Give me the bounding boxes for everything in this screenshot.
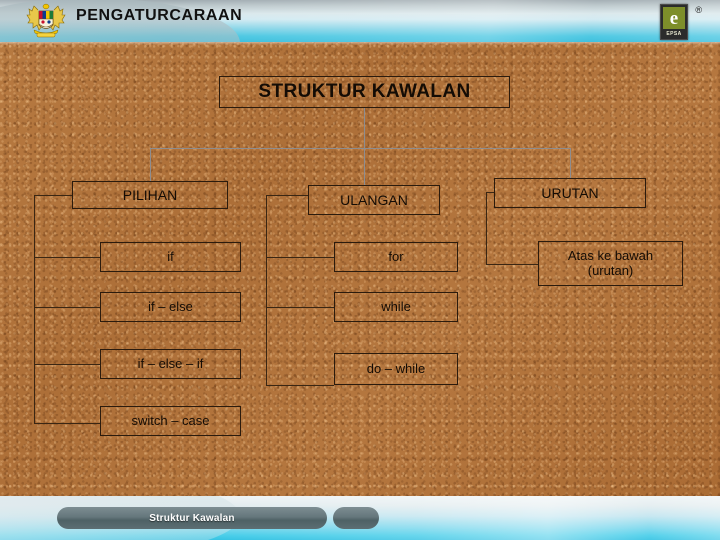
leaf-box-if-else-if: if – else – if: [100, 349, 241, 379]
connector-distributor-bar: [150, 148, 570, 149]
connector-branch-pilihan-4: [34, 423, 100, 424]
page-title: PENGATURCARAAN: [76, 7, 243, 24]
category-box-pilihan: PILIHAN: [72, 181, 228, 209]
connector-spine-pilihan: [34, 195, 35, 423]
connector-spine-ulangan: [266, 195, 267, 385]
leaf-box-if-else: if – else: [100, 292, 241, 322]
registered-mark: ®: [695, 5, 702, 15]
connector-drop-ulangan: [364, 148, 365, 186]
connector-drop-urutan: [570, 148, 571, 178]
connector-title-trunk: [364, 108, 365, 149]
category-box-ulangan: ULANGAN: [308, 185, 440, 215]
leaf-box-atas-ke-bawah: Atas ke bawah (urutan): [538, 241, 683, 286]
malaysia-coat-of-arms-icon: [26, 3, 66, 38]
leaf-box-switch-case: switch – case: [100, 406, 241, 436]
category-box-urutan: URUTAN: [494, 178, 646, 208]
connector-branch-ulangan-3: [266, 385, 334, 386]
epsa-logo-text: EPSA: [666, 31, 682, 37]
connector-branch-pilihan-3: [34, 364, 100, 365]
slide-header: PENGATURCARAAN e EPSA ®: [0, 0, 720, 42]
leaf-box-if: if: [100, 242, 241, 272]
leaf-box-atas-ke-bawah-line2: (urutan): [587, 262, 634, 278]
footer-title-pill[interactable]: Struktur Kawalan: [57, 507, 327, 529]
footer-title-label: Struktur Kawalan: [149, 512, 235, 524]
diagram-title-box: STRUKTUR KAWALAN: [219, 76, 510, 108]
connector-branch-ulangan-1: [266, 257, 334, 258]
leaf-box-while: while: [334, 292, 458, 322]
connector-branch-urutan-1: [486, 264, 538, 265]
footer-secondary-pill[interactable]: [333, 507, 379, 529]
epsa-logo-icon: e EPSA: [660, 4, 688, 40]
connector-drop-pilihan: [150, 148, 151, 182]
connector-branch-urutan-head: [486, 192, 494, 193]
slide-canvas: PENGATURCARAAN e EPSA ® STRUKTUR KAWALAN…: [0, 0, 720, 540]
slide-footer: Struktur Kawalan: [0, 496, 720, 540]
connector-branch-ulangan-2: [266, 307, 334, 308]
connector-branch-pilihan-head: [34, 195, 72, 196]
header-highlight-band: [0, 42, 720, 45]
leaf-box-for: for: [334, 242, 458, 272]
connector-spine-urutan: [486, 192, 487, 264]
leaf-box-do-while: do – while: [334, 353, 458, 385]
connector-branch-ulangan-head: [266, 195, 308, 196]
connector-branch-pilihan-2: [34, 307, 100, 308]
epsa-logo-letter: e: [663, 7, 685, 29]
leaf-box-atas-ke-bawah-line1: Atas ke bawah: [567, 247, 654, 263]
connector-branch-pilihan-1: [34, 257, 100, 258]
